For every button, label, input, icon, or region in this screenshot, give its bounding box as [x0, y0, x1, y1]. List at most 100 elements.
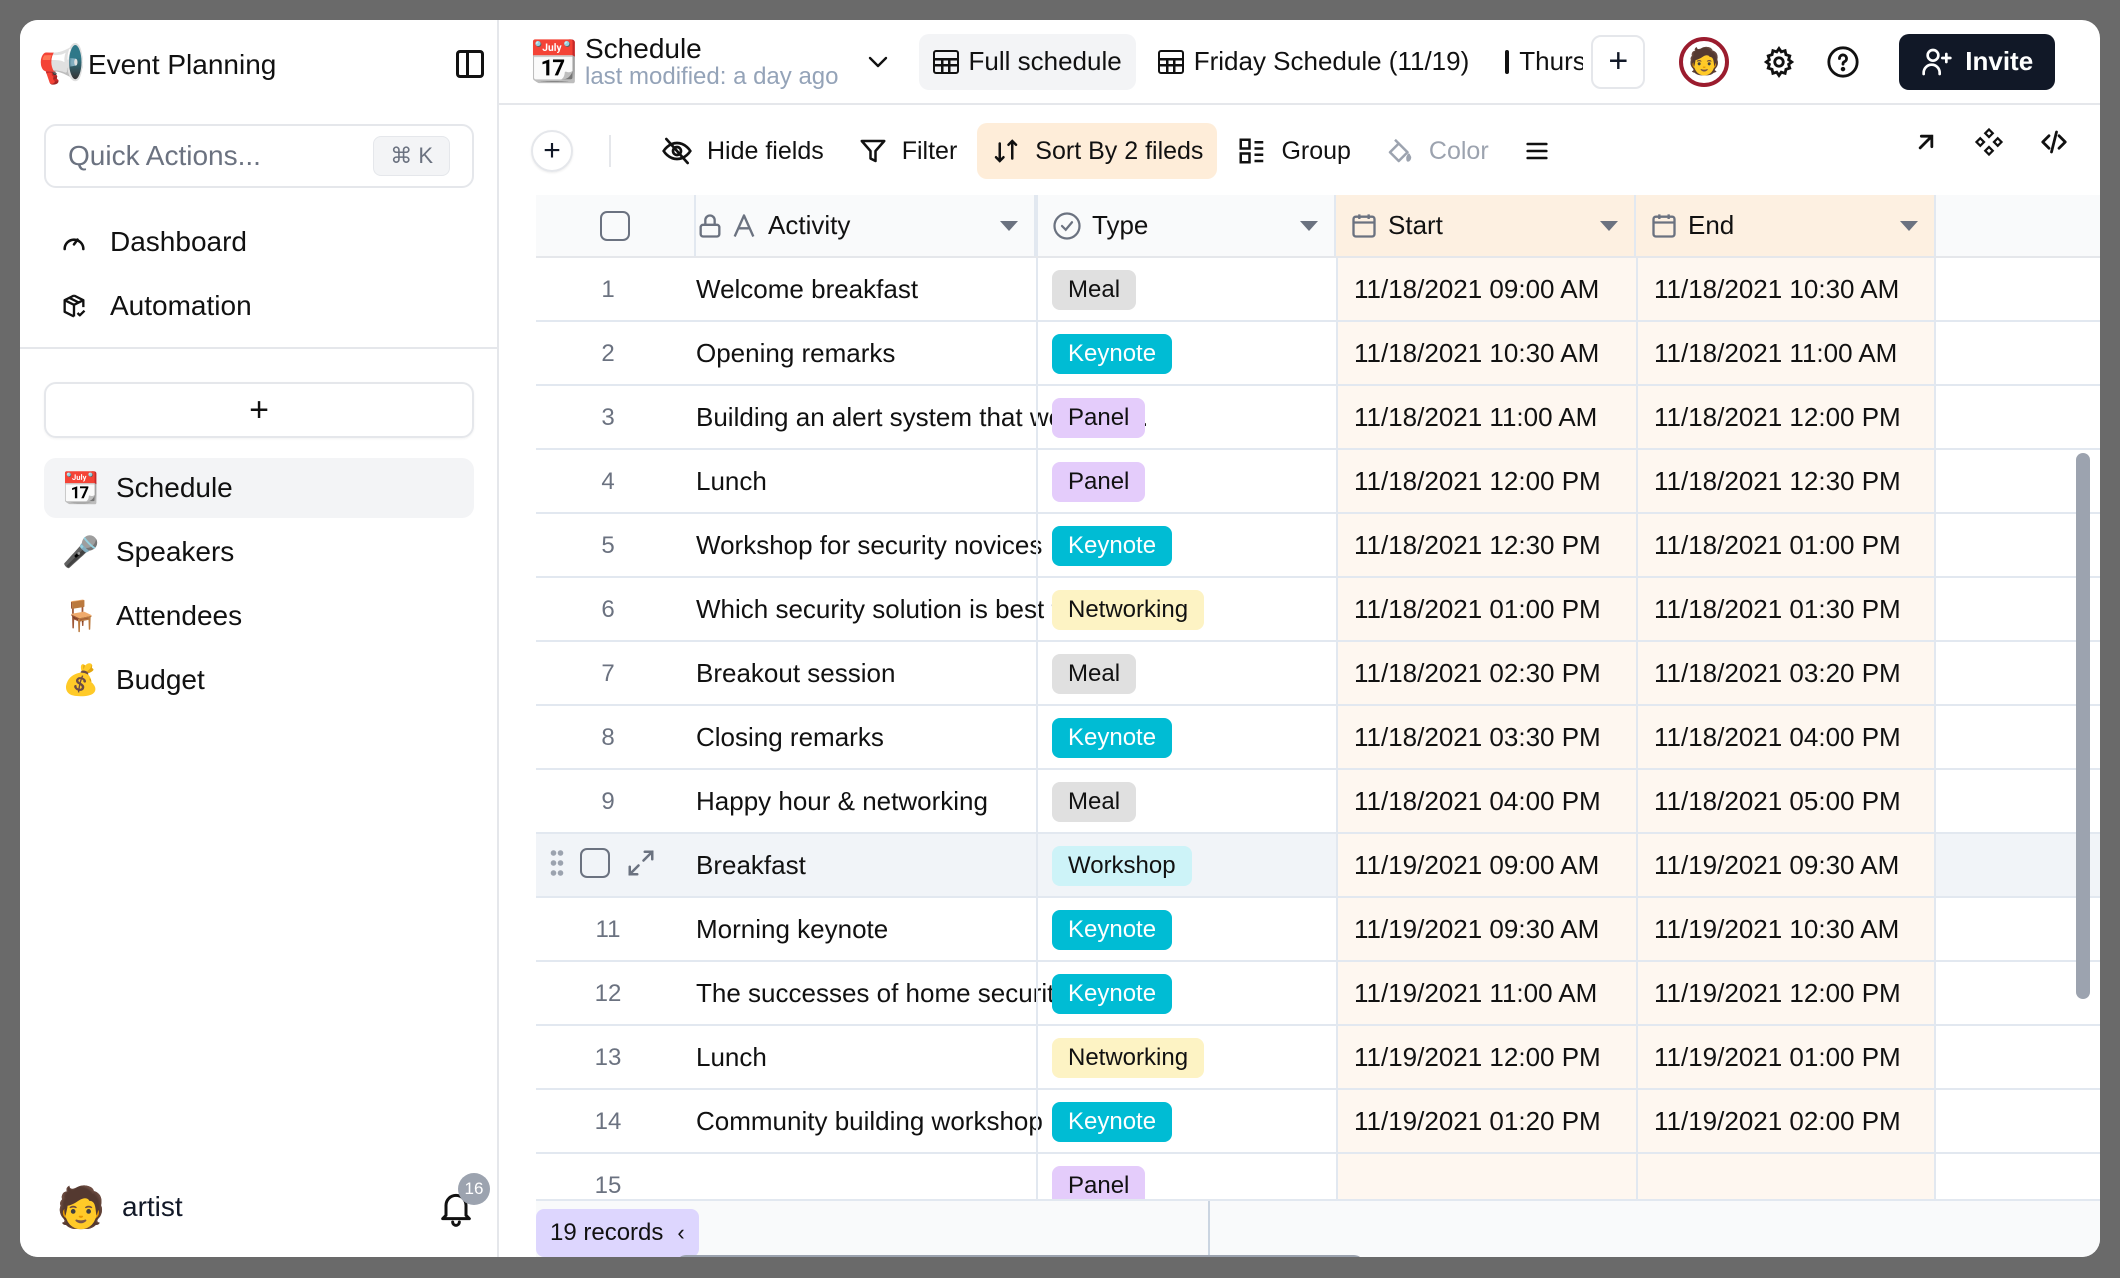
expand-record-icon[interactable]: [626, 848, 656, 878]
hide-fields-button[interactable]: Hide fields: [647, 123, 838, 179]
column-menu-caret-icon[interactable]: [1600, 221, 1618, 231]
record-count-badge[interactable]: 19 records ‹: [536, 1209, 699, 1257]
type-cell[interactable]: Keynote: [1036, 898, 1336, 960]
add-record-button[interactable]: +: [531, 130, 573, 172]
end-cell[interactable]: 11/19/2021 09:30 AM: [1636, 834, 1936, 896]
type-cell[interactable]: Keynote: [1036, 962, 1336, 1024]
sidebar-item-automation[interactable]: Automation: [44, 274, 474, 338]
end-cell[interactable]: 11/18/2021 11:00 AM: [1636, 322, 1936, 384]
horizontal-scrollbar[interactable]: [676, 1255, 1364, 1257]
start-cell[interactable]: 11/18/2021 09:00 AM: [1336, 258, 1636, 320]
view-tab-thursday-schedule[interactable]: Thursday Schedule (11/18): [1491, 34, 1583, 90]
column-header-end[interactable]: End: [1636, 195, 1936, 256]
start-cell[interactable]: 11/19/2021 12:00 PM: [1336, 1026, 1636, 1088]
start-cell[interactable]: 11/18/2021 10:30 AM: [1336, 322, 1636, 384]
extensions-diamonds-icon[interactable]: [1974, 127, 2004, 157]
column-header-start[interactable]: Start: [1336, 195, 1636, 256]
drag-handle-icon[interactable]: [550, 848, 564, 878]
table-row[interactable]: 5 Workshop for security novices Keynote 11/…: [536, 514, 2100, 578]
type-cell[interactable]: Meal: [1036, 770, 1336, 832]
activity-cell[interactable]: Workshop for security novices: [696, 530, 1042, 561]
color-button[interactable]: Color: [1371, 123, 1503, 179]
end-cell[interactable]: 11/18/2021 01:00 PM: [1636, 514, 1936, 576]
table-row[interactable]: 2 Opening remarks Keynote 11/18/2021 10:30 …: [536, 322, 2100, 386]
sidebar-item-dashboard[interactable]: Dashboard: [44, 210, 474, 274]
table-row[interactable]: 4 Lunch Panel 11/18/2021 12:00 PM 11/18/2021…: [536, 450, 2100, 514]
start-cell[interactable]: 11/19/2021 01:20 PM: [1336, 1090, 1636, 1152]
table-row[interactable]: 9 Happy hour & networking Meal 11/18/2021 0…: [536, 770, 2100, 834]
table-row[interactable]: Breakfast Workshop 11/19/2021 09:00 AM 11/1…: [536, 834, 2100, 898]
start-cell[interactable]: 11/18/2021 02:30 PM: [1336, 642, 1636, 704]
activity-cell[interactable]: Breakfast: [696, 850, 806, 881]
table-row[interactable]: 15 Panel: [536, 1154, 2100, 1199]
open-external-arrow-icon[interactable]: [1912, 128, 1940, 156]
help-button[interactable]: [1823, 42, 1863, 82]
table-row[interactable]: 6 Which security solution is best for you…: [536, 578, 2100, 642]
sidebar-item-schedule[interactable]: 📆 Schedule: [44, 458, 474, 518]
table-row[interactable]: 8 Closing remarks Keynote 11/18/2021 03:30 …: [536, 706, 2100, 770]
type-cell[interactable]: Meal: [1036, 642, 1336, 704]
table-menu-chevron-icon[interactable]: [867, 48, 889, 76]
end-cell[interactable]: 11/19/2021 12:00 PM: [1636, 962, 1936, 1024]
end-cell[interactable]: 11/18/2021 01:30 PM: [1636, 578, 1936, 640]
type-cell[interactable]: Keynote: [1036, 514, 1336, 576]
column-menu-caret-icon[interactable]: [1000, 221, 1018, 231]
activity-cell[interactable]: Community building workshop: [696, 1106, 1043, 1137]
activity-cell[interactable]: Lunch: [696, 1042, 767, 1073]
column-menu-caret-icon[interactable]: [1300, 221, 1318, 231]
end-cell[interactable]: 11/18/2021 12:30 PM: [1636, 450, 1936, 512]
type-cell[interactable]: Panel: [1036, 386, 1336, 448]
sidebar-item-speakers[interactable]: 🎤 Speakers: [44, 522, 474, 582]
end-cell[interactable]: 11/18/2021 05:00 PM: [1636, 770, 1936, 832]
row-height-button[interactable]: [1509, 123, 1579, 179]
vertical-scrollbar[interactable]: [2076, 453, 2090, 999]
end-cell[interactable]: 11/18/2021 04:00 PM: [1636, 706, 1936, 768]
type-cell[interactable]: Panel: [1036, 1154, 1336, 1199]
type-cell[interactable]: Workshop: [1036, 834, 1336, 896]
start-cell[interactable]: 11/19/2021 09:00 AM: [1336, 834, 1636, 896]
end-cell[interactable]: 11/19/2021 01:00 PM: [1636, 1026, 1936, 1088]
code-icon[interactable]: [2038, 127, 2070, 157]
add-view-button[interactable]: +: [1591, 34, 1646, 89]
type-cell[interactable]: Panel: [1036, 450, 1336, 512]
table-row[interactable]: 12 The successes of home security tech...…: [536, 962, 2100, 1026]
view-tab-full-schedule[interactable]: Full schedule: [918, 33, 1136, 90]
end-cell[interactable]: [1636, 1154, 1936, 1199]
type-cell[interactable]: Meal: [1036, 258, 1336, 320]
view-tab-friday-schedule[interactable]: Friday Schedule (11/19): [1144, 34, 1484, 90]
activity-cell[interactable]: Closing remarks: [696, 722, 884, 753]
table-row[interactable]: 1 Welcome breakfast Meal 11/18/2021 09:00 A…: [536, 258, 2100, 322]
end-cell[interactable]: 11/18/2021 10:30 AM: [1636, 258, 1936, 320]
collaborator-avatar[interactable]: 🧑: [1679, 36, 1730, 87]
filter-button[interactable]: Filter: [844, 123, 972, 179]
start-cell[interactable]: 11/18/2021 03:30 PM: [1336, 706, 1636, 768]
collapse-chevron-icon[interactable]: ‹: [677, 1220, 684, 1246]
type-cell[interactable]: Keynote: [1036, 1090, 1336, 1152]
activity-cell[interactable]: Morning keynote: [696, 914, 888, 945]
start-cell[interactable]: [1336, 1154, 1636, 1199]
sidebar-item-budget[interactable]: 💰 Budget: [44, 650, 474, 710]
start-cell[interactable]: 11/18/2021 01:00 PM: [1336, 578, 1636, 640]
add-table-button[interactable]: +: [44, 382, 474, 438]
column-header-activity[interactable]: Activity: [696, 195, 1036, 256]
start-cell[interactable]: 11/18/2021 12:00 PM: [1336, 450, 1636, 512]
type-cell[interactable]: Networking: [1036, 1026, 1336, 1088]
group-button[interactable]: Group: [1223, 123, 1364, 179]
sidebar-toggle-icon[interactable]: [456, 50, 484, 78]
column-menu-caret-icon[interactable]: [1900, 221, 1918, 231]
sort-button[interactable]: Sort By 2 fileds: [977, 123, 1218, 179]
type-cell[interactable]: Keynote: [1036, 322, 1336, 384]
activity-cell[interactable]: Breakout session: [696, 658, 895, 689]
start-cell[interactable]: 11/18/2021 04:00 PM: [1336, 770, 1636, 832]
table-row[interactable]: 11 Morning keynote Keynote 11/19/2021 09:30…: [536, 898, 2100, 962]
start-cell[interactable]: 11/18/2021 12:30 PM: [1336, 514, 1636, 576]
activity-cell[interactable]: Happy hour & networking: [696, 786, 988, 817]
end-cell[interactable]: 11/19/2021 02:00 PM: [1636, 1090, 1936, 1152]
select-all-checkbox[interactable]: [600, 210, 630, 241]
invite-button[interactable]: Invite: [1899, 33, 2056, 90]
end-cell[interactable]: 11/19/2021 10:30 AM: [1636, 898, 1936, 960]
activity-cell[interactable]: Opening remarks: [696, 338, 895, 369]
table-row[interactable]: 3 Building an alert system that works fo.…: [536, 386, 2100, 450]
start-cell[interactable]: 11/19/2021 11:00 AM: [1336, 962, 1636, 1024]
table-row[interactable]: 7 Breakout session Meal 11/18/2021 02:30 PM…: [536, 642, 2100, 706]
